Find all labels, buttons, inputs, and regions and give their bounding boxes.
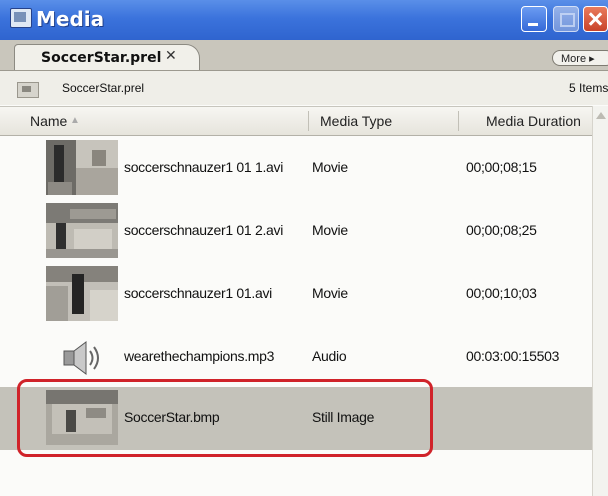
video-thumbnail-icon [46,203,118,258]
tab-close-icon[interactable]: ✕ [165,48,177,64]
item-count: 5 Items [569,81,608,95]
media-type: Movie [312,159,348,175]
project-path: SoccerStar.prel [62,81,145,95]
maximize-button[interactable] [553,6,579,32]
media-type: Still Image [312,409,375,425]
path-bar: SoccerStar.prel 5 Items [0,71,608,105]
list-item[interactable]: soccerschnauzer1 01 1.avi Movie 00;00;08… [0,137,592,200]
media-name: wearethechampions.mp3 [124,348,275,364]
vertical-scrollbar[interactable] [592,106,608,496]
media-duration: 00;00;08;15 [466,159,537,175]
media-name: SoccerStar.bmp [124,409,220,425]
media-name: soccerschnauzer1 01 1.avi [124,159,284,175]
list-item-selected[interactable]: SoccerStar.bmp Still Image [0,387,592,450]
list-item[interactable]: soccerschnauzer1 01.avi Movie 00;00;10;0… [0,263,592,326]
title-bar: Media [0,0,608,40]
tab-label: SoccerStar.prel [41,50,162,66]
scroll-up-arrow-icon[interactable] [596,112,606,119]
window-title: Media [36,7,105,31]
column-media-type[interactable]: Media Type [320,107,392,135]
media-name: soccerschnauzer1 01 2.avi [124,222,284,238]
media-type: Movie [312,222,348,238]
media-name: soccerschnauzer1 01.avi [124,285,272,301]
media-type: Movie [312,285,348,301]
project-icon[interactable] [17,82,39,98]
tab-soccerstar[interactable]: SoccerStar.prel ✕ [14,44,200,70]
list-item[interactable]: soccerschnauzer1 01 2.avi Movie 00;00;08… [0,200,592,263]
media-duration: 00;00;10;03 [466,285,537,301]
column-name[interactable]: Name [30,107,67,135]
list-item[interactable]: wearethechampions.mp3 Audio 00:03:00:155… [0,326,592,389]
image-thumbnail-icon [46,390,118,445]
minimize-button[interactable] [521,6,547,32]
tab-bar: SoccerStar.prel ✕ More ▸ [0,40,608,71]
column-divider[interactable] [458,111,459,131]
close-button[interactable] [583,6,608,32]
video-thumbnail-icon [46,140,118,195]
panel-icon [10,8,32,28]
media-duration: 00:03:00:15503 [466,348,560,364]
sort-ascending-icon: ▲ [70,115,80,126]
column-divider[interactable] [308,111,309,131]
column-header: Name ▲ Media Type Media Duration [0,106,608,136]
media-duration: 00;00;08;25 [466,222,537,238]
media-type: Audio [312,348,347,364]
video-thumbnail-icon [46,266,118,321]
column-media-duration[interactable]: Media Duration [486,107,581,135]
more-button[interactable]: More ▸ [552,50,608,66]
speaker-icon [62,338,106,383]
